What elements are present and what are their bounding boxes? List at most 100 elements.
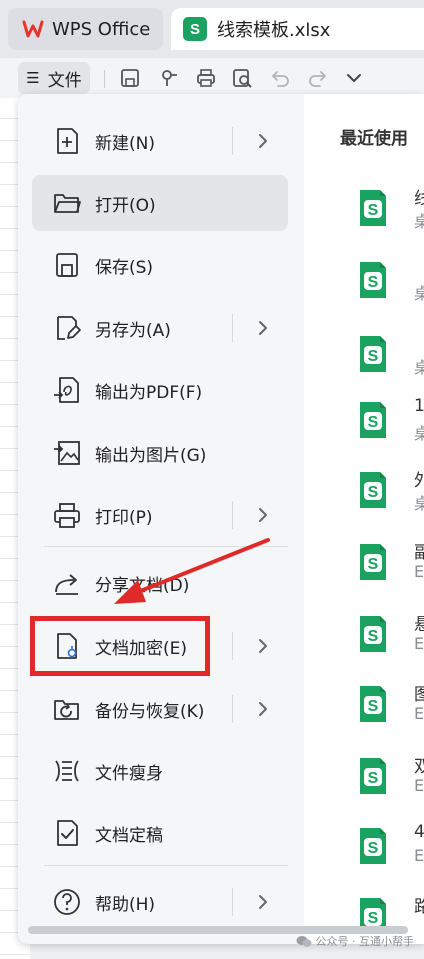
recent-file-name: 4 [414, 822, 424, 842]
menu-item-label: 另存为(A) [95, 320, 171, 341]
recent-file-name: 副 [414, 543, 424, 563]
svg-text:S: S [368, 348, 379, 365]
spreadsheet-file-icon: S [358, 684, 388, 724]
recent-file-name: 图 [414, 685, 424, 705]
redo-icon[interactable] [306, 66, 330, 90]
menu-item-new-document[interactable]: 新建(N) [32, 113, 288, 169]
recent-file-name: 悬 [414, 615, 424, 635]
recent-file-location: 桌 [414, 212, 424, 231]
submenu-separator [232, 888, 233, 916]
chevron-right-icon[interactable] [254, 700, 272, 718]
menu-item-save[interactable]: 保存(S) [32, 237, 288, 293]
wps-logo-icon [22, 18, 44, 40]
save-icon [52, 250, 82, 280]
menu-item-label: 打印(P) [95, 507, 153, 528]
recent-file-name: 路 [414, 897, 424, 917]
menu-item-finalize-document[interactable]: 文档定稿 [32, 805, 288, 861]
recent-file-location: E [414, 846, 424, 865]
spreadsheet-file-icon: S [358, 542, 388, 582]
menu-item-backup-restore[interactable]: 备份与恢复(K) [32, 681, 288, 737]
toolbar-separator [104, 70, 105, 88]
chevron-right-icon[interactable] [254, 637, 272, 655]
recent-files-panel: 最近使用 S线桌S桌S桌S1桌S外桌S副ES悬ES图ES双ES4ES路 [304, 94, 424, 944]
save-as-icon [52, 313, 82, 343]
recent-file-location: E [414, 562, 424, 581]
menu-item-label: 新建(N) [95, 133, 155, 154]
file-menu-label: 文件 [47, 70, 82, 91]
wechat-icon [296, 935, 311, 947]
export-image-icon [52, 438, 82, 468]
submenu-separator [232, 501, 233, 529]
menu-item-label: 文件瘦身 [95, 763, 163, 784]
file-slim-icon [52, 756, 82, 786]
recent-file-location: E [414, 634, 424, 653]
recent-file-location: E [414, 776, 424, 795]
menu-item-label: 输出为PDF(F) [95, 382, 203, 403]
recent-file-item[interactable]: S 外桌 [344, 464, 424, 524]
svg-text:S: S [368, 840, 379, 857]
menu-item-label: 保存(S) [95, 257, 154, 278]
spreadsheet-file-icon: S [358, 334, 388, 374]
undo-icon[interactable] [268, 66, 292, 90]
recent-file-location: 桌 [414, 284, 424, 303]
chevron-right-icon[interactable] [254, 506, 272, 524]
watermark-text: 公众号 · 互通小帮手 [315, 935, 415, 948]
recent-file-location: 桌 [414, 494, 424, 513]
submenu-separator [232, 632, 233, 660]
recent-file-location: 桌 [414, 424, 424, 443]
help-icon [52, 887, 82, 917]
recent-file-item[interactable]: S 双E [344, 750, 424, 810]
recent-file-location: E [414, 704, 424, 723]
recent-file-item[interactable]: S 1 桌 [344, 394, 424, 454]
save-icon[interactable] [118, 66, 142, 90]
recent-file-item[interactable]: S桌 [344, 254, 424, 314]
recent-file-name: 双 [414, 757, 424, 777]
title-bar: WPS Office S 线索模板.xlsx [0, 0, 424, 58]
spreadsheet-file-icon: S [358, 400, 388, 440]
recent-file-item[interactable]: S桌 [344, 328, 424, 388]
menu-item-label: 分享文档(D) [95, 575, 190, 596]
menu-divider [44, 865, 288, 866]
recent-file-item[interactable]: S 4 E [344, 820, 424, 880]
menu-item-share[interactable]: 分享文档(D) [32, 555, 288, 611]
menu-item-file-slim[interactable]: 文件瘦身 [32, 743, 288, 799]
file-menu-button[interactable]: ☰ 文件 [18, 62, 90, 94]
svg-text:S: S [368, 628, 379, 645]
tab-spreadsheet-file[interactable]: S 线索模板.xlsx [171, 8, 424, 50]
menu-item-label: 打开(O) [95, 195, 156, 216]
menu-item-export-pdf[interactable]: 输出为PDF(F) [32, 362, 288, 418]
spreadsheet-file-icon: S [358, 470, 388, 510]
print-preview-icon[interactable] [230, 66, 254, 90]
recent-file-item[interactable]: S 线桌 [344, 182, 424, 242]
chevron-right-icon[interactable] [254, 132, 272, 150]
chevron-down-icon[interactable] [342, 66, 366, 90]
output-icon[interactable] [158, 66, 182, 90]
menu-divider [44, 546, 288, 547]
recent-file-item[interactable]: S 副E [344, 536, 424, 596]
spreadsheet-icon: S [183, 17, 207, 41]
chevron-right-icon[interactable] [254, 893, 272, 911]
recent-file-item[interactable]: S 悬E [344, 608, 424, 668]
menu-item-label: 输出为图片(G) [95, 445, 207, 466]
finalize-document-icon [52, 818, 82, 848]
submenu-separator [232, 314, 233, 342]
recent-file-name: 外 [414, 471, 424, 491]
recent-file-location: 桌 [414, 358, 424, 377]
new-document-icon [52, 126, 82, 156]
spreadsheet-file-icon: S [358, 614, 388, 654]
hamburger-icon: ☰ [26, 69, 40, 87]
printer-icon[interactable] [194, 66, 218, 90]
svg-text:S: S [368, 698, 379, 715]
menu-item-printer[interactable]: 打印(P) [32, 487, 288, 543]
chevron-right-icon[interactable] [254, 319, 272, 337]
menu-item-folder-open[interactable]: 打开(O) [32, 175, 288, 231]
toolbar: ☰ 文件 [0, 58, 424, 98]
menu-item-save-as[interactable]: 另存为(A) [32, 300, 288, 356]
menu-item-export-image[interactable]: 输出为图片(G) [32, 425, 288, 481]
spreadsheet-file-icon: S [358, 188, 388, 228]
recent-file-name: 线 [414, 189, 424, 209]
menu-item-label: 备份与恢复(K) [95, 701, 205, 722]
tab-wps-office[interactable]: WPS Office [8, 8, 163, 50]
recent-file-item[interactable]: S 图E [344, 678, 424, 738]
export-pdf-icon [52, 375, 82, 405]
